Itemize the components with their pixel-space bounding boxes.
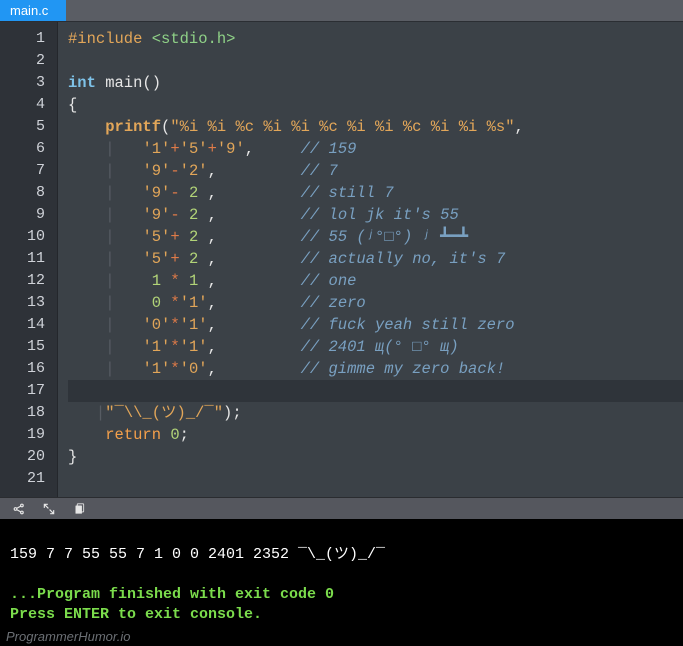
code-line: { <box>68 94 683 116</box>
share-icon[interactable] <box>12 502 26 516</box>
terminal-output: 159 7 7 55 55 7 1 0 0 2401 2352 ‾\_(ツ)_/… <box>10 546 385 563</box>
code-line: return 0; <box>68 424 683 446</box>
code-line: | 1 * 1 , // one <box>68 270 683 292</box>
editor: 123456789101112131415161718192021 #inclu… <box>0 22 683 497</box>
terminal[interactable]: 159 7 7 55 55 7 1 0 0 2401 2352 ‾\_(ツ)_/… <box>0 519 683 627</box>
line-number: 19 <box>0 424 57 446</box>
tab-label: main.c <box>10 3 48 18</box>
line-number: 7 <box>0 160 57 182</box>
line-number: 18 <box>0 402 57 424</box>
line-number: 1 <box>0 28 57 50</box>
line-number: 3 <box>0 72 57 94</box>
code-line: | '5'+ 2 , // 55 (ʲ°□°) ʲ ┻━┻ <box>68 226 683 248</box>
code-line: |"‾\\_(ツ)_/‾"); <box>68 380 683 402</box>
code-line: | '1'*'0', // gimme my zero back! <box>68 358 683 380</box>
line-number: 15 <box>0 336 57 358</box>
terminal-finished: ...Program finished with exit code 0 <box>10 586 334 603</box>
code-line: | '1'*'1', // 2401 щ(° □° щ) <box>68 336 683 358</box>
line-number: 10 <box>0 226 57 248</box>
code-line <box>68 50 683 72</box>
expand-icon[interactable] <box>42 502 56 516</box>
line-number: 17 <box>0 380 57 402</box>
code-line: | '0'*'1', // fuck yeah still zero <box>68 314 683 336</box>
line-number: 4 <box>0 94 57 116</box>
line-number: 20 <box>0 446 57 468</box>
line-number: 6 <box>0 138 57 160</box>
code-line: | 0 *'1', // zero <box>68 292 683 314</box>
line-number: 16 <box>0 358 57 380</box>
line-number: 2 <box>0 50 57 72</box>
line-number: 21 <box>0 468 57 490</box>
line-number: 13 <box>0 292 57 314</box>
code-line: | '9'- 2 , // lol jk it's 55 <box>68 204 683 226</box>
tab-strip: main.c <box>0 0 683 22</box>
terminal-toolbar <box>0 497 683 519</box>
line-number: 8 <box>0 182 57 204</box>
code-line: printf("%i %i %c %i %i %c %i %i %c %i %i… <box>68 116 683 138</box>
editor-window: main.c 123456789101112131415161718192021… <box>0 0 683 646</box>
code-line: | '5'+ 2 , // actually no, it's 7 <box>68 248 683 270</box>
code-line <box>68 468 683 490</box>
line-number: 9 <box>0 204 57 226</box>
terminal-prompt: Press ENTER to exit console. <box>10 606 262 623</box>
line-number: 14 <box>0 314 57 336</box>
code-line: } <box>68 446 683 468</box>
line-number: 5 <box>0 116 57 138</box>
line-number: 12 <box>0 270 57 292</box>
copy-icon[interactable] <box>72 502 86 516</box>
watermark: ProgrammerHumor.io <box>0 627 683 646</box>
code-line: | '1'+'5'+'9', // 159 <box>68 138 683 160</box>
code-line: | '9'-'2', // 7 <box>68 160 683 182</box>
gutter: 123456789101112131415161718192021 <box>0 22 58 497</box>
code-line: #include <stdio.h> <box>68 28 683 50</box>
line-number: 11 <box>0 248 57 270</box>
code-line: | '9'- 2 , // still 7 <box>68 182 683 204</box>
code-line: int main() <box>68 72 683 94</box>
code-area[interactable]: #include <stdio.h> int main(){ printf("%i… <box>58 22 683 497</box>
tab-main-c[interactable]: main.c <box>0 0 66 21</box>
